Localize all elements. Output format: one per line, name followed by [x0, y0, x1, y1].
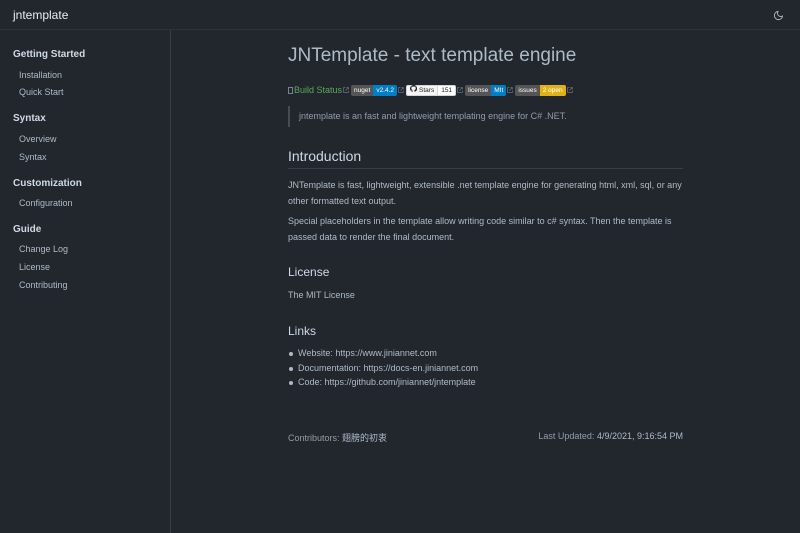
license-heading: License: [288, 265, 330, 279]
sidebar-item-configuration[interactable]: Configuration: [19, 198, 73, 208]
moon-icon[interactable]: [771, 8, 785, 22]
contributors: Contributors: 翅膀的初衷: [288, 431, 387, 444]
introduction-heading: Introduction: [288, 148, 683, 169]
sidebar-item-contributing[interactable]: Contributing: [19, 280, 68, 290]
nuget-badge-label: nuget: [351, 84, 374, 96]
contributors-value: 翅膀的初衷: [342, 433, 388, 443]
github-stars-value: 151: [438, 84, 457, 96]
last-updated: Last Updated: 4/9/2021, 9:16:54 PM: [538, 431, 683, 441]
external-link-icon: [507, 85, 514, 95]
links-heading: Links: [288, 324, 317, 338]
license-badge-label: license: [465, 84, 492, 96]
external-link-icon: [457, 85, 463, 95]
license-text: The MIT License: [288, 290, 355, 300]
site-name[interactable]: jntemplate: [13, 8, 68, 22]
nuget-badge[interactable]: nuget v2.4.2: [351, 84, 398, 96]
intro-paragraph-1: JNTemplate is fast, lightweight, extensi…: [288, 180, 682, 206]
sidebar-item-installation[interactable]: Installation: [19, 70, 62, 80]
external-link-icon: [566, 85, 573, 95]
sidebar-group-guide[interactable]: Guide: [13, 224, 41, 235]
sidebar-group-getting-started[interactable]: Getting Started: [13, 49, 85, 60]
github-stars-label: Stars: [419, 86, 435, 94]
sidebar-item-change-log[interactable]: Change Log: [19, 244, 68, 254]
list-item[interactable]: Website: https://www.jiniannet.com: [288, 346, 478, 361]
sidebar-item-license[interactable]: License: [19, 262, 50, 272]
badge-row: Build Status nuget v2.4.2 Stars 151 lice…: [288, 84, 575, 96]
intro-paragraph-2: Special placeholders in the template all…: [288, 216, 672, 242]
sidebar-group-customization[interactable]: Customization: [13, 178, 82, 189]
external-link-icon: [398, 85, 404, 95]
contributors-label: Contributors:: [288, 433, 340, 443]
issues-badge[interactable]: issues 2 open: [515, 84, 566, 96]
github-stars-badge[interactable]: Stars 151: [406, 84, 457, 96]
license-badge-value: MIt: [491, 84, 507, 96]
links-list: Website: https://www.jiniannet.com Docum…: [288, 346, 478, 390]
sidebar-item-syntax[interactable]: Syntax: [19, 152, 47, 162]
broken-image-icon: [288, 86, 293, 94]
sidebar-group-syntax[interactable]: Syntax: [13, 113, 46, 124]
list-item[interactable]: Code: https://github.com/jiniannet/jntem…: [288, 375, 478, 390]
sidebar-item-overview[interactable]: Overview: [19, 134, 57, 144]
nuget-badge-value: v2.4.2: [373, 84, 398, 96]
navbar: jntemplate: [0, 0, 800, 30]
license-badge[interactable]: license MIt: [465, 84, 507, 96]
build-status-link[interactable]: Build Status: [294, 85, 342, 95]
last-updated-value: 4/9/2021, 9:16:54 PM: [596, 431, 683, 441]
list-item[interactable]: Documentation: https://docs-en.jiniannet…: [288, 361, 478, 376]
github-icon: [410, 84, 418, 95]
external-link-icon: [343, 85, 349, 95]
issues-badge-value: 2 open: [539, 84, 566, 96]
last-updated-label: Last Updated:: [538, 431, 595, 441]
intro-blockquote: jntemplate is an fast and lightweight te…: [288, 106, 683, 127]
sidebar-item-quick-start[interactable]: Quick Start: [19, 87, 64, 97]
issues-badge-label: issues: [515, 84, 540, 96]
page-title: JNTemplate - text template engine: [288, 45, 577, 66]
